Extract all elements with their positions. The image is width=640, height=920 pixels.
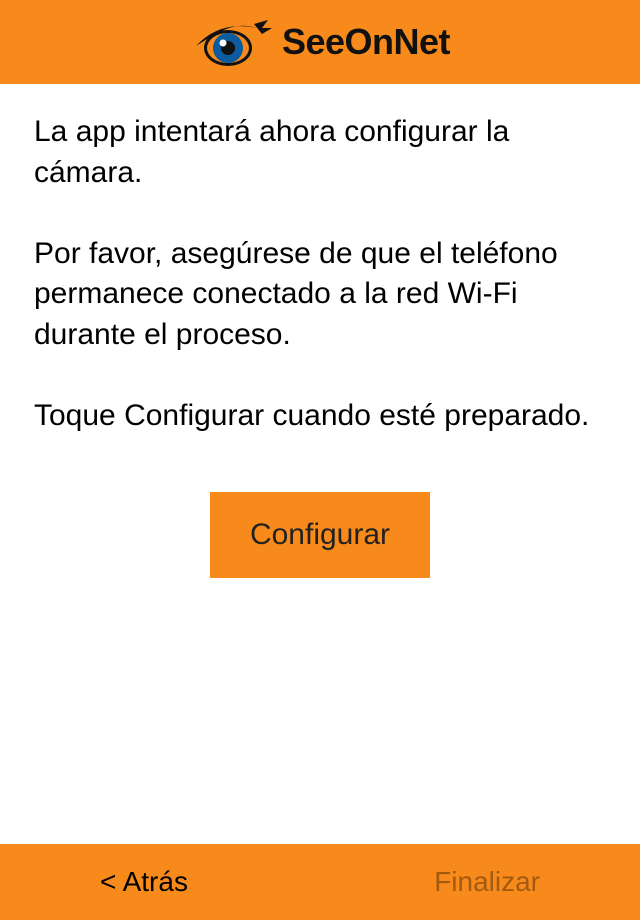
- app-header: SeeOnNet: [0, 0, 640, 84]
- footer-bar: < Atrás Finalizar: [0, 844, 640, 920]
- instruction-text: La app intentará ahora configurar la cám…: [34, 112, 606, 436]
- main-content: La app intentará ahora configurar la cám…: [0, 84, 640, 844]
- configure-button[interactable]: Configurar: [210, 492, 430, 578]
- back-button[interactable]: < Atrás: [100, 866, 188, 898]
- eye-logo-icon: [190, 14, 274, 70]
- finish-button: Finalizar: [434, 866, 540, 898]
- brand-name: SeeOnNet: [282, 21, 450, 63]
- brand-logo: SeeOnNet: [190, 14, 450, 70]
